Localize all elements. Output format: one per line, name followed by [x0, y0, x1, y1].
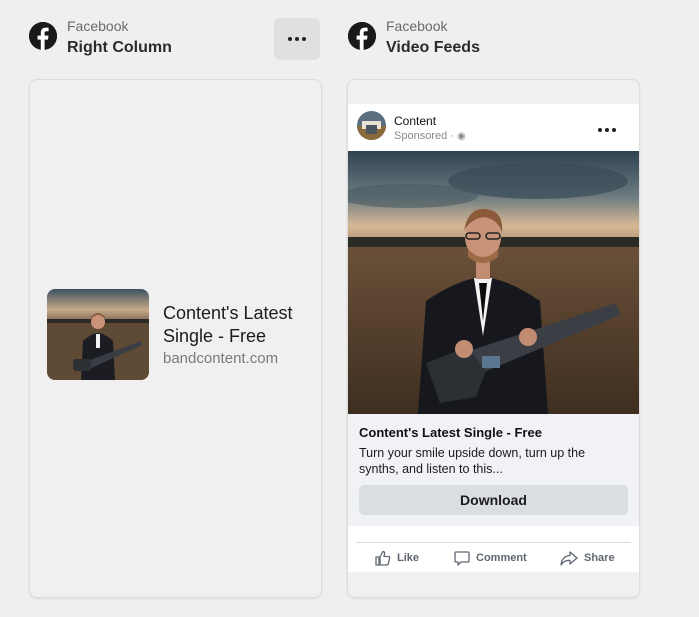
ad-thumbnail-image[interactable] [47, 289, 149, 380]
ad-info-section: Content's Latest Single - Free Turn your… [348, 414, 639, 526]
sponsored-label: Sponsored · ◉ [394, 130, 466, 142]
facebook-logo-icon [348, 22, 376, 50]
placement-header-video-feeds: Facebook Video Feeds [348, 18, 480, 58]
share-arrow-icon [560, 551, 578, 566]
share-button[interactable]: Share [560, 550, 615, 566]
download-button[interactable]: Download [359, 485, 628, 515]
post-actions-bar: Like Comment Share [348, 526, 639, 572]
ad-video-media[interactable] [348, 151, 639, 414]
comment-label: Comment [476, 552, 527, 564]
comment-bubble-icon [454, 551, 470, 566]
page-name[interactable]: Content [394, 114, 436, 128]
facebook-logo-icon [29, 22, 57, 50]
more-options-button[interactable] [274, 18, 320, 60]
ad-title[interactable]: Content's Latest Single - Free [163, 302, 303, 348]
post-header: Content Sponsored · ◉ [348, 104, 639, 151]
page-avatar[interactable] [357, 111, 386, 140]
sponsored-text: Sponsored · [394, 130, 457, 142]
like-button[interactable]: Like [375, 550, 419, 566]
comment-button[interactable]: Comment [454, 550, 527, 566]
placement-header-right-column: Facebook Right Column [29, 18, 172, 58]
placement-platform: Facebook [386, 18, 448, 34]
ad-headline[interactable]: Content's Latest Single - Free [359, 425, 542, 440]
ad-domain: bandcontent.com [163, 350, 279, 367]
share-label: Share [584, 552, 615, 564]
divider [356, 542, 631, 543]
thumbs-up-icon [375, 550, 391, 566]
placement-platform: Facebook [67, 18, 129, 34]
placement-name: Right Column [67, 39, 172, 56]
like-label: Like [397, 552, 420, 564]
placement-name: Video Feeds [386, 39, 480, 56]
ad-description: Turn your smile upside down, turn up the… [359, 446, 586, 476]
more-dots-icon [288, 37, 306, 41]
more-dots-icon[interactable] [598, 128, 616, 132]
globe-icon: ◉ [456, 131, 466, 142]
